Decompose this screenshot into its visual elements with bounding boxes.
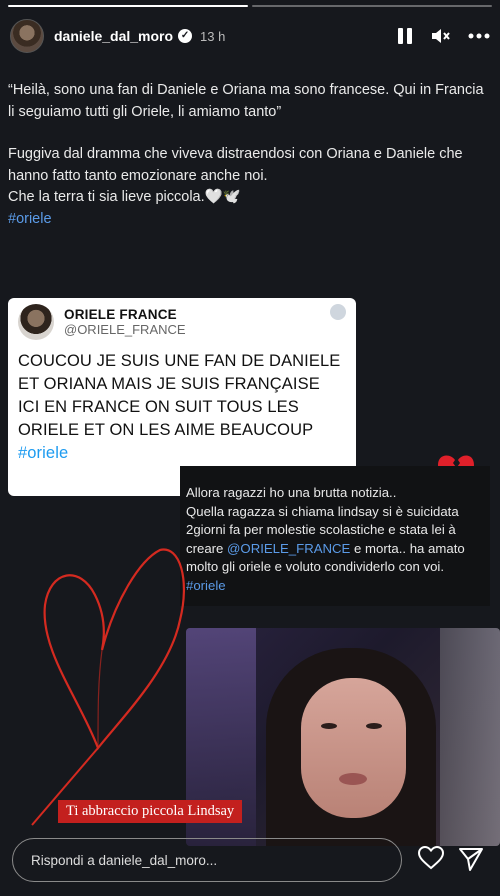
notice-hashtag[interactable]: #oriele <box>186 577 484 596</box>
pause-icon[interactable] <box>398 28 412 44</box>
story-caption: “Heilà, sono una fan di Daniele e Oriana… <box>8 80 488 230</box>
verified-badge-icon: ✓ <box>178 29 193 43</box>
story-viewer[interactable]: daniele_dal_moro ✓ 13 h “Heilà, sono una… <box>0 0 500 896</box>
post-time: 13 h <box>200 28 226 44</box>
heart-icon[interactable] <box>418 846 444 870</box>
username[interactable]: daniele_dal_moro <box>54 28 173 44</box>
tweet-body: COUCOU JE SUIS UNE FAN DE DANIELE ET ORI… <box>18 352 341 439</box>
notice-text-box: Allora ragazzi ho una brutta notizia.. Q… <box>180 466 490 606</box>
heart-scribble-drawing <box>31 548 185 826</box>
reply-input[interactable]: Rispondi a daniele_dal_moro... <box>12 838 402 882</box>
caption-closing: Che la terra ti sia lieve piccola.🤍🕊️ <box>8 189 241 205</box>
notice-mention[interactable]: @ORIELE_FRANCE <box>227 541 350 556</box>
caption-body: Fuggiva dal dramma che viveva distraendo… <box>8 146 463 184</box>
progress-segment <box>252 5 492 7</box>
progress-segment <box>8 5 248 7</box>
tweet-text: COUCOU JE SUIS UNE FAN DE DANIELE ET ORI… <box>18 350 346 465</box>
mute-icon[interactable] <box>430 27 450 45</box>
text-sticker: Ti abbraccio piccola Lindsay <box>58 800 243 823</box>
avatar[interactable] <box>10 19 44 53</box>
tweet-handle: @ORIELE_FRANCE <box>64 322 186 337</box>
header-controls <box>398 27 490 45</box>
notice-line1: Allora ragazzi ho una brutta notizia.. <box>186 485 397 500</box>
tweet-header: ORIELE FRANCE @ORIELE_FRANCE <box>18 304 346 340</box>
twitter-logo-icon <box>330 304 346 320</box>
notice-body: Quella ragazza si chiama lindsay si è su… <box>186 503 484 577</box>
tweet-hashtag: #oriele <box>18 444 69 462</box>
send-icon[interactable] <box>458 846 484 872</box>
tweet-name: ORIELE FRANCE <box>64 307 177 322</box>
caption-hashtag[interactable]: #oriele <box>8 209 488 231</box>
more-icon[interactable] <box>468 33 490 39</box>
tweet-avatar <box>18 304 54 340</box>
story-header: daniele_dal_moro ✓ 13 h <box>10 16 490 56</box>
story-progress-bar <box>8 5 492 7</box>
caption-quote: “Heilà, sono una fan di Daniele e Oriana… <box>8 82 484 120</box>
tweet-author: ORIELE FRANCE @ORIELE_FRANCE <box>64 307 186 337</box>
